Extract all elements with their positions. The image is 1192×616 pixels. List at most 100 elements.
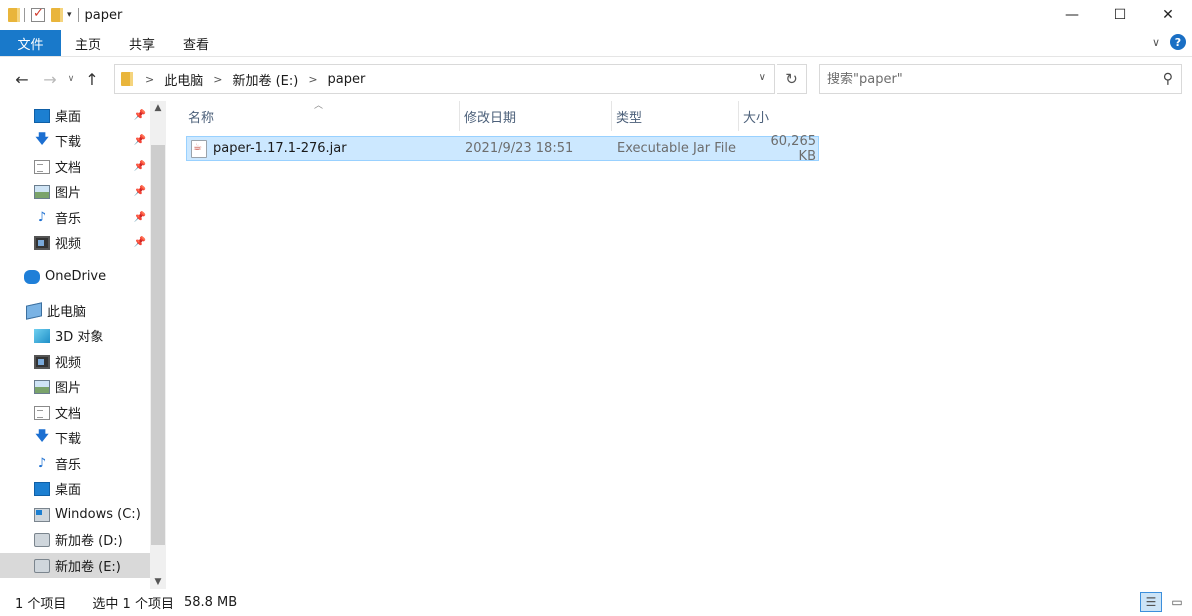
toolbar-divider	[24, 8, 25, 22]
sidebar-item[interactable]: 新加卷 (E:)	[0, 553, 150, 578]
pin-icon[interactable]: 📌	[134, 110, 146, 121]
file-name: paper-1.17.1-276.jar	[213, 141, 347, 156]
status-selection: 选中 1 个项目	[92, 597, 174, 612]
sidebar-item[interactable]: 新加卷 (D:)	[0, 527, 150, 552]
column-header-name[interactable]: 名称 ︿	[184, 101, 460, 131]
breadcrumb-this-pc[interactable]: 此电脑	[164, 70, 203, 89]
back-button[interactable]: ←	[8, 70, 36, 89]
file-type: Executable Jar File	[617, 141, 736, 156]
sidebar-item-label: Windows (C:)	[55, 507, 141, 522]
close-button[interactable]: ✕	[1144, 0, 1192, 30]
3d-objects-icon	[34, 328, 50, 343]
breadcrumb-separator[interactable]: >	[213, 73, 222, 86]
drive-icon	[34, 532, 50, 547]
address-dropdown-icon[interactable]: ∨	[759, 72, 766, 83]
document-icon	[34, 405, 50, 420]
sidebar-item[interactable]: 视频	[0, 349, 150, 374]
expand-ribbon-icon[interactable]: ∨	[1152, 36, 1160, 49]
sidebar-item[interactable]: 3D 对象	[0, 323, 150, 348]
tab-file[interactable]: 文件	[0, 30, 61, 56]
nav-scrollbar[interactable]: ▲ ▼	[150, 101, 166, 589]
sidebar-item[interactable]: Windows (C:)	[0, 502, 150, 527]
column-headers: 名称 ︿ 修改日期 类型 大小	[184, 101, 820, 131]
pin-icon[interactable]: 📌	[134, 186, 146, 197]
breadcrumb-drive-e[interactable]: 新加卷 (E:)	[232, 70, 298, 89]
status-item-count: 1 个项目	[15, 597, 67, 612]
tab-share[interactable]: 共享	[115, 30, 169, 56]
breadcrumb-separator[interactable]: >	[145, 73, 154, 86]
file-modified: 2021/9/23 18:51	[465, 141, 574, 156]
sidebar-item[interactable]: 🡇 下载 📌	[0, 128, 150, 153]
sidebar-item[interactable]: 桌面	[0, 476, 150, 501]
large-icons-view-button[interactable]: ▭	[1166, 592, 1188, 612]
this-pc-icon	[26, 301, 42, 320]
sidebar-item[interactable]: 文档 📌	[0, 154, 150, 179]
file-row[interactable]: paper-1.17.1-276.jar 2021/9/23 18:51 Exe…	[186, 133, 819, 164]
sidebar-item-label: OneDrive	[45, 269, 107, 284]
search-input[interactable]	[827, 71, 1147, 87]
sidebar-item-label: 此电脑	[47, 305, 87, 320]
file-size: 60,265 KB	[770, 133, 817, 164]
sidebar-item-label: 图片	[55, 186, 82, 201]
pin-icon[interactable]: 📌	[134, 161, 146, 172]
jar-file-icon	[191, 139, 207, 158]
breadcrumb-paper[interactable]: paper	[328, 72, 366, 87]
sidebar-item[interactable]: 此电脑	[0, 298, 150, 323]
navigation-list: 桌面 📌 🡇 下载 📌 文档 📌 图片 📌 ♪ 音乐 📌 视频 📌 OneDrive 此电脑 3D 对象 视频 图片…	[0, 101, 150, 589]
status-size: 58.8 MB	[183, 595, 238, 610]
sidebar-item-label: 视频	[55, 237, 82, 252]
help-icon[interactable]: ?	[1170, 34, 1186, 50]
scroll-up-arrow[interactable]: ▲	[150, 103, 166, 113]
sidebar-item-label: 下载	[55, 135, 82, 150]
sidebar-item[interactable]: 图片 📌	[0, 179, 150, 204]
column-header-type[interactable]: 类型	[612, 101, 739, 131]
sidebar-item-label: 新加卷 (E:)	[55, 560, 121, 575]
column-header-modified[interactable]: 修改日期	[460, 101, 612, 131]
breadcrumb-separator[interactable]: >	[308, 73, 317, 86]
minimize-button[interactable]: —	[1048, 0, 1096, 30]
pin-icon[interactable]: 📌	[134, 135, 146, 146]
music-icon: ♪	[37, 210, 47, 225]
sidebar-item[interactable]: ♪ 音乐 📌	[0, 205, 150, 230]
status-bar: 1 个项目 选中 1 个项目 58.8 MB ☰ ▭	[0, 589, 1192, 616]
onedrive-icon	[24, 269, 40, 284]
sidebar-item[interactable]: 桌面 📌	[0, 103, 150, 128]
recent-locations-dropdown[interactable]: ∨	[64, 74, 78, 84]
tab-view[interactable]: 查看	[169, 30, 223, 56]
scroll-down-arrow[interactable]: ▼	[150, 577, 166, 587]
tab-home[interactable]: 主页	[61, 30, 115, 56]
address-row: ← → ∨ ↑ > 此电脑 > 新加卷 (E:) > paper ∨ ↻ ⚲	[0, 57, 1192, 101]
pictures-icon	[34, 379, 50, 394]
properties-icon[interactable]	[31, 6, 45, 22]
pin-icon[interactable]: 📌	[134, 212, 146, 223]
new-folder-icon[interactable]	[51, 8, 63, 22]
sidebar-item-label: 音乐	[55, 212, 82, 227]
sidebar-item[interactable]: 文档	[0, 400, 150, 425]
refresh-button[interactable]: ↻	[777, 64, 807, 94]
column-header-label: 名称	[188, 110, 215, 126]
folder-icon	[8, 8, 20, 22]
details-view-button[interactable]: ☰	[1140, 592, 1162, 612]
sort-ascending-icon: ︿	[314, 101, 324, 111]
search-box[interactable]: ⚲	[819, 64, 1182, 94]
sidebar-item[interactable]: ♪ 音乐	[0, 451, 150, 476]
sidebar-item-label: 下载	[55, 432, 82, 447]
scroll-thumb[interactable]	[151, 145, 165, 545]
ribbon-tabs: 文件 主页 共享 查看 ∨ ?	[0, 30, 1192, 57]
pictures-icon	[34, 184, 50, 199]
maximize-button[interactable]: ☐	[1096, 0, 1144, 30]
forward-button[interactable]: →	[36, 70, 64, 89]
sidebar-item[interactable]: 视频 📌	[0, 230, 150, 255]
sidebar-item[interactable]: OneDrive	[0, 264, 150, 289]
column-header-size[interactable]: 大小	[739, 101, 820, 131]
customize-toolbar-dropdown[interactable]: ▾	[67, 10, 72, 20]
search-icon[interactable]: ⚲	[1163, 71, 1173, 87]
address-bar[interactable]: > 此电脑 > 新加卷 (E:) > paper ∨	[114, 64, 775, 94]
music-icon: ♪	[37, 456, 47, 471]
pin-icon[interactable]: 📌	[134, 237, 146, 248]
up-button[interactable]: ↑	[78, 70, 106, 89]
sidebar-item[interactable]: 图片	[0, 374, 150, 399]
sidebar-item-label: 3D 对象	[55, 330, 104, 345]
sidebar-item[interactable]: 🡇 下载	[0, 425, 150, 450]
download-icon: 🡇	[35, 428, 49, 444]
